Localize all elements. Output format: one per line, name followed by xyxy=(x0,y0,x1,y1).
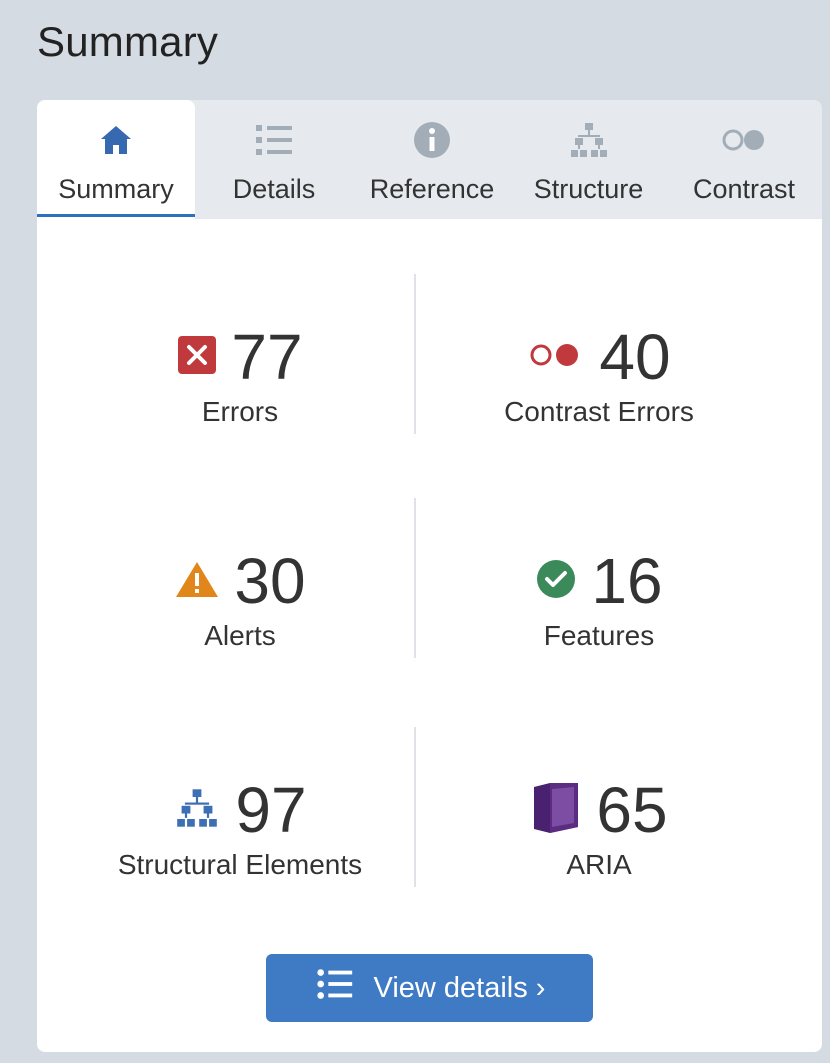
tab-label: Contrast xyxy=(692,174,796,204)
warning-icon xyxy=(174,559,220,604)
features-label: Features xyxy=(543,620,655,651)
home-icon xyxy=(98,120,134,160)
errors-count: 77 xyxy=(231,321,303,393)
features-count: 16 xyxy=(591,545,663,617)
stat-errors[interactable]: 77 Errors xyxy=(45,322,435,428)
tab-label: Structure xyxy=(533,174,644,204)
alerts-count: 30 xyxy=(234,545,306,617)
active-tab-indicator xyxy=(37,214,195,217)
alerts-label: Alerts xyxy=(204,620,276,651)
tab-summary[interactable]: Summary xyxy=(37,100,195,219)
checkmark-circle-icon xyxy=(535,558,577,605)
aria-box-icon xyxy=(530,781,582,840)
stat-contrast-errors[interactable]: 40 Contrast Errors xyxy=(404,322,794,428)
tab-label: Details xyxy=(232,174,316,204)
stat-alerts[interactable]: 30 Alerts xyxy=(45,546,435,652)
list-icon xyxy=(252,120,296,160)
stat-aria[interactable]: 65 ARIA xyxy=(404,775,794,881)
error-x-icon xyxy=(177,335,217,380)
structural-label: Structural Elements xyxy=(117,849,363,880)
tab-bar: Summary Details Reference Structure Cont… xyxy=(37,100,822,219)
info-icon xyxy=(412,120,452,160)
page-title: Summary xyxy=(37,18,219,65)
stat-features[interactable]: 16 Features xyxy=(404,546,794,652)
structure-icon xyxy=(173,786,221,835)
view-details-label: View details › xyxy=(373,971,546,1004)
aria-label: ARIA xyxy=(566,849,632,880)
contrast-circles-icon xyxy=(527,340,585,375)
contrast-icon xyxy=(720,120,768,160)
tab-contrast[interactable]: Contrast xyxy=(666,100,822,219)
contrast-errors-label: Contrast Errors xyxy=(504,396,694,427)
list-icon xyxy=(314,966,356,1010)
structural-count: 97 xyxy=(235,774,307,846)
tab-reference[interactable]: Reference xyxy=(353,100,511,219)
errors-label: Errors xyxy=(201,396,279,427)
aria-count: 65 xyxy=(596,774,668,846)
tab-structure[interactable]: Structure xyxy=(511,100,666,219)
hierarchy-icon xyxy=(569,120,609,160)
contrast-errors-count: 40 xyxy=(599,321,671,393)
tab-details[interactable]: Details xyxy=(195,100,353,219)
stat-structural-elements[interactable]: 97 Structural Elements xyxy=(45,775,435,881)
view-details-button[interactable]: View details › xyxy=(266,954,593,1022)
tab-label: Summary xyxy=(58,174,174,204)
tab-label: Reference xyxy=(369,174,495,204)
